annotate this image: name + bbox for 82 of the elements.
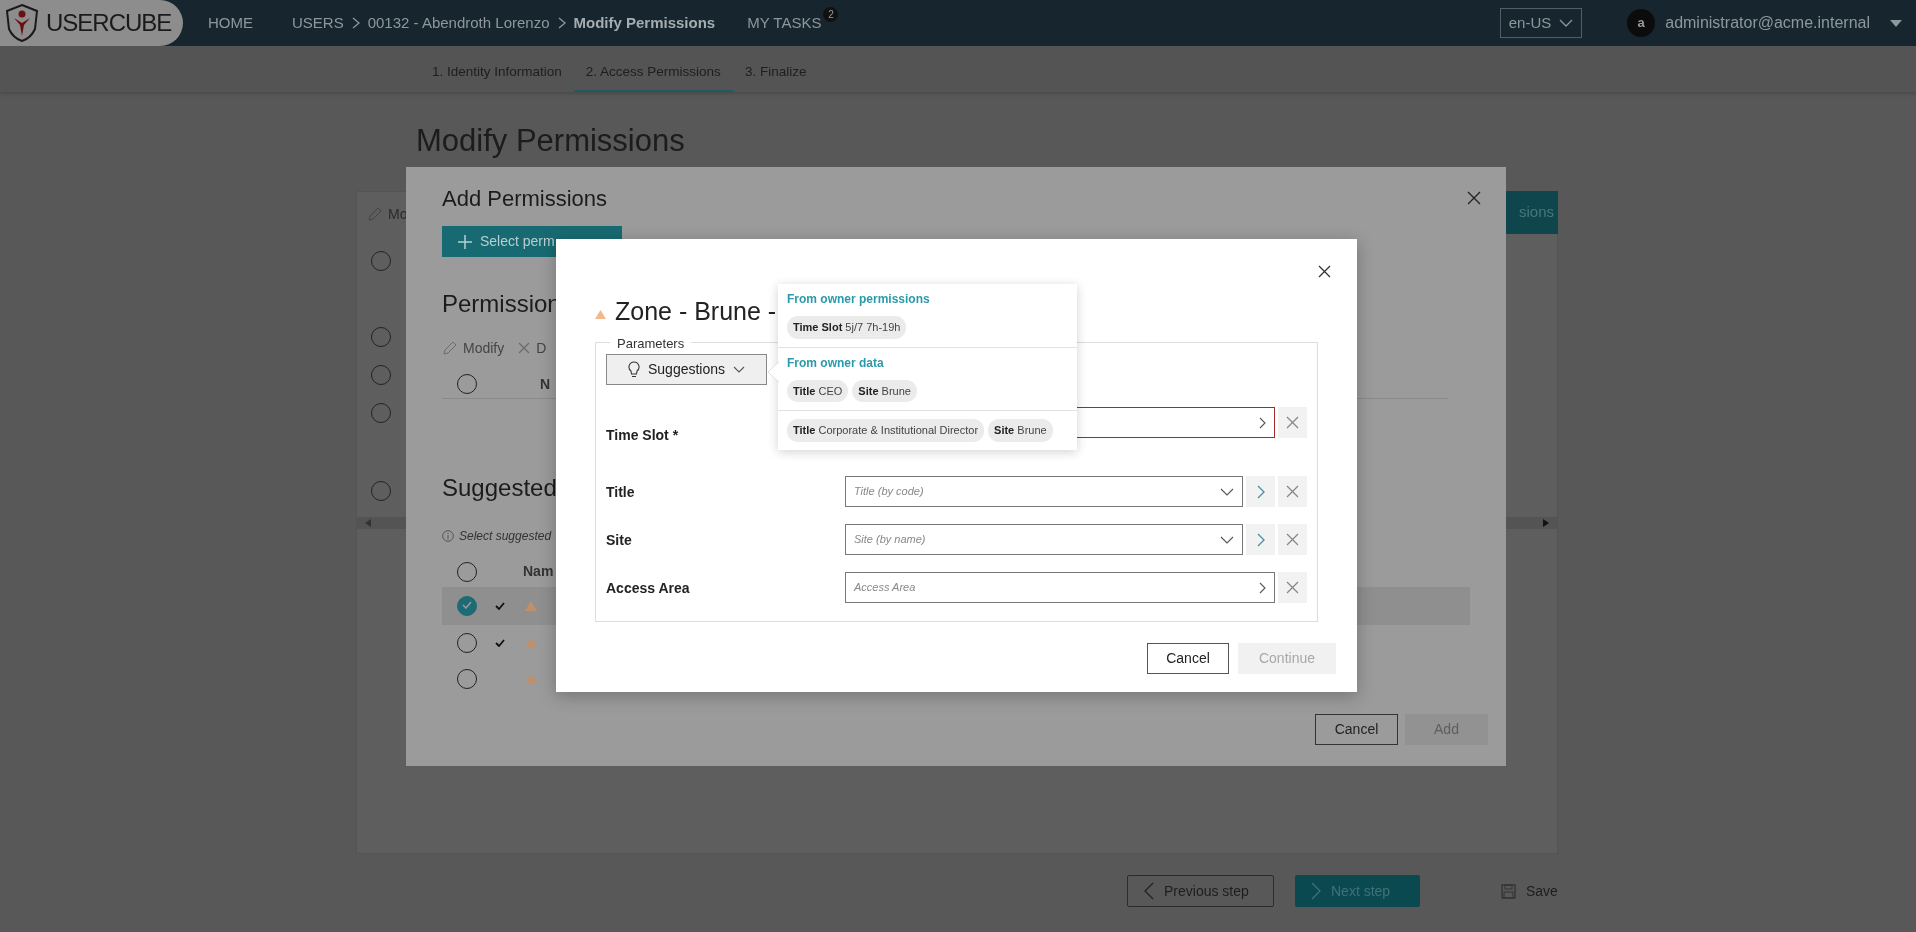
- chevron-right-icon: [1259, 581, 1266, 594]
- field-label: Title: [606, 483, 635, 500]
- field-label: Access Area: [606, 579, 690, 596]
- section-heading: Suggested: [442, 474, 557, 501]
- close-icon: [1286, 581, 1299, 594]
- chevron-right-icon: [556, 17, 567, 29]
- open-button[interactable]: [1246, 476, 1275, 507]
- my-tasks-link[interactable]: MY TASKS: [747, 11, 822, 35]
- section-heading: From owner data: [787, 354, 885, 372]
- suggestion-chip[interactable]: Title Corporate & Institutional Director: [787, 419, 985, 442]
- modify-action[interactable]: Modify: [463, 337, 505, 359]
- dialog-title: Add Permissions: [442, 187, 608, 212]
- continue-button: Continue: [1238, 642, 1336, 674]
- toolbar-text[interactable]: D: [536, 337, 547, 359]
- language-select[interactable]: en-US: [1499, 7, 1583, 39]
- dropdown-field[interactable]: Site (by name): [845, 524, 1243, 555]
- breadcrumb-item[interactable]: 00132 - Abendroth Lorenzo: [367, 11, 550, 35]
- close-icon: [1286, 416, 1299, 429]
- user-avatar[interactable]: a: [1627, 9, 1656, 37]
- page-title: Modify Permissions: [416, 124, 686, 159]
- chevron-down-icon: [1220, 487, 1234, 496]
- plus-icon: [458, 234, 472, 249]
- section-heading: Permission: [442, 291, 561, 318]
- clear-button[interactable]: [1278, 572, 1307, 603]
- open-button[interactable]: [1246, 524, 1275, 555]
- field-label: Site: [606, 531, 632, 548]
- close-icon: [1286, 533, 1299, 546]
- chevron-right-icon: [350, 17, 361, 29]
- placeholder-text: Access Area: [854, 580, 916, 596]
- check-icon: [461, 601, 472, 610]
- caret-down-icon: [1890, 19, 1902, 27]
- row-radio[interactable]: [457, 595, 477, 616]
- close-icon[interactable]: [1318, 265, 1331, 278]
- triangle-icon: [525, 637, 537, 648]
- chevron-right-icon: [1259, 416, 1266, 429]
- dialog-title: Zone - Brune -: [615, 298, 777, 326]
- triangle-icon: [525, 600, 537, 611]
- suggestions-button[interactable]: Suggestions: [606, 354, 767, 385]
- info-text: Select suggested: [459, 527, 552, 545]
- suggestion-chip[interactable]: Title CEO: [787, 379, 849, 402]
- placeholder-text: Title (by code): [854, 484, 924, 500]
- cancel-button[interactable]: Cancel: [1147, 642, 1229, 674]
- chevron-down-icon: [1559, 19, 1574, 27]
- breadcrumb-item[interactable]: USERS: [292, 11, 344, 35]
- chevron-left-icon: [1144, 882, 1154, 900]
- lightbulb-icon: [627, 361, 640, 378]
- chevron-down-icon: [733, 366, 746, 373]
- breadcrumb-item: Modify Permissions: [573, 12, 716, 33]
- chevron-right-icon: [1256, 532, 1265, 547]
- suggestion-chip[interactable]: Site Brune: [852, 379, 917, 402]
- pencil-icon: [442, 340, 457, 356]
- suggestion-chip[interactable]: Site Brune: [988, 419, 1053, 442]
- clear-button[interactable]: [1278, 407, 1307, 438]
- column-header: N: [540, 374, 551, 394]
- info-icon: [442, 529, 454, 542]
- field-label: Time Slot *: [606, 426, 679, 443]
- scroll-right-icon: [1543, 519, 1549, 528]
- column-header: Nam: [523, 562, 554, 582]
- clear-button[interactable]: [1278, 524, 1307, 555]
- chevron-right-icon: [1311, 882, 1321, 900]
- triangle-icon: [525, 673, 537, 684]
- task-count-badge: 2: [823, 6, 839, 22]
- dropdown-field[interactable]: Title (by code): [845, 476, 1243, 507]
- section-heading: From owner permissions: [787, 291, 931, 308]
- clear-button[interactable]: [1278, 476, 1307, 507]
- user-email[interactable]: administrator@acme.internal: [1665, 11, 1870, 35]
- cancel-button[interactable]: Cancel: [1315, 714, 1398, 745]
- chevron-down-icon: [1220, 535, 1234, 544]
- home-link[interactable]: HOME: [208, 11, 253, 35]
- shield-icon: [4, 3, 40, 43]
- logo[interactable]: USERCUBE: [0, 0, 183, 46]
- triangle-icon: [595, 310, 606, 320]
- language-value: en-US: [1508, 12, 1552, 33]
- logo-text: USERCUBE: [46, 8, 172, 38]
- placeholder-text: Site (by name): [854, 532, 926, 548]
- pencil-icon: [367, 207, 382, 223]
- suggestion-chip[interactable]: Time Slot 5j/7 7h-19h: [787, 316, 907, 339]
- chevron-right-icon: [1256, 484, 1265, 499]
- close-icon[interactable]: [1467, 191, 1481, 205]
- picker-field[interactable]: Access Area: [845, 572, 1275, 603]
- scroll-left-icon: [365, 519, 371, 528]
- close-icon: [1286, 485, 1299, 498]
